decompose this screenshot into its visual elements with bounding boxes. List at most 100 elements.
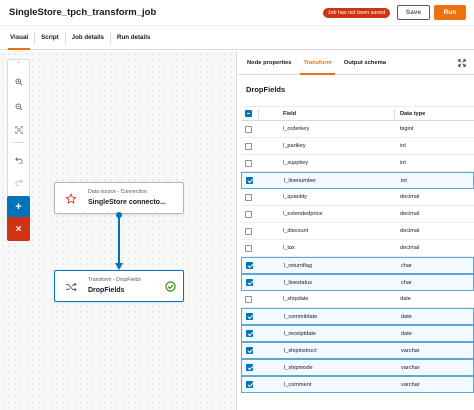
expand-icon[interactable] [458, 59, 466, 67]
table-row[interactable]: l_comment varchar [241, 376, 474, 393]
row-checkbox[interactable] [245, 142, 252, 150]
panel-tabs: Node properties Transform Output schema [238, 51, 474, 75]
add-node-button[interactable]: + [7, 196, 30, 217]
row-checkbox[interactable] [245, 125, 252, 133]
column-header-type: Data type [400, 110, 426, 117]
row-checkbox[interactable] [246, 177, 253, 184]
row-checkbox[interactable] [246, 381, 253, 388]
row-checkbox[interactable] [246, 347, 253, 354]
run-button[interactable]: Run [434, 5, 466, 20]
tab-transform[interactable]: Transform [297, 51, 337, 75]
table-row[interactable]: l_linenumber int [241, 172, 474, 189]
main-tabs: Visual Script Job details Run details [0, 26, 474, 50]
toolbar-grip[interactable]: ••• [8, 60, 29, 65]
field-type: char [401, 279, 412, 286]
fit-to-screen-icon[interactable] [8, 124, 29, 136]
unsaved-badge: Job has not been saved [322, 7, 390, 18]
tab-visual[interactable]: Visual [4, 26, 34, 50]
field-type: decimal [400, 245, 420, 251]
visual-canvas[interactable]: ••• + × Data source - Connection SingleS… [0, 51, 237, 410]
undo-icon[interactable] [8, 154, 29, 166]
field-name: l_orderkey [283, 126, 310, 132]
row-checkbox[interactable] [246, 313, 253, 320]
node-transform-dropfields[interactable]: Transform - DropFields DropFields [54, 270, 184, 302]
field-type: char [401, 262, 412, 269]
tab-job-details[interactable]: Job details [66, 26, 110, 50]
node-data-source[interactable]: Data source - Connection SingleStore con… [54, 182, 184, 214]
field-type: decimal [400, 194, 420, 200]
table-row[interactable]: l_partkey int [241, 138, 474, 155]
connector-icon [64, 192, 78, 206]
node-type-label: Data source - Connection [88, 189, 147, 195]
tab-run-details[interactable]: Run details [111, 26, 156, 50]
column-divider [394, 110, 395, 119]
table-row[interactable]: l_shipinstruct varchar [241, 342, 474, 359]
field-name: l_tax [283, 245, 295, 251]
row-checkbox[interactable] [246, 279, 253, 286]
column-header-field: Field [283, 110, 297, 117]
row-checkbox[interactable] [245, 295, 252, 303]
field-name: l_linenumber [284, 177, 317, 184]
column-divider [258, 110, 259, 119]
tab-script[interactable]: Script [35, 26, 65, 50]
table-header: Field Data type [241, 106, 474, 121]
table-row[interactable]: l_suppkey int [241, 155, 474, 172]
table-row[interactable]: l_tax decimal [241, 240, 474, 257]
field-name: l_suppkey [283, 160, 309, 166]
field-type: varchar [401, 381, 420, 388]
row-checkbox[interactable] [245, 227, 252, 235]
remove-node-button[interactable]: × [7, 217, 30, 241]
job-title: SingleStore_tpch_transform_job [9, 7, 157, 18]
page-header: SingleStore_tpch_transform_job Job has n… [0, 0, 474, 26]
table-row[interactable]: l_shipmode varchar [241, 359, 474, 376]
row-checkbox[interactable] [245, 210, 252, 218]
table-row[interactable]: l_quantity decimal [241, 189, 474, 206]
check-circle-icon [165, 281, 176, 292]
table-row[interactable]: l_linestatus char [241, 274, 474, 291]
table-row[interactable]: l_extendedprice decimal [241, 206, 474, 223]
shuffle-icon [64, 280, 78, 294]
field-name: l_discount [283, 228, 309, 234]
field-name: l_shipmode [284, 364, 313, 371]
zoom-out-icon[interactable] [8, 101, 29, 113]
field-name: l_comment [284, 381, 312, 388]
header-actions: Job has not been saved Save Run [322, 5, 466, 20]
table-row[interactable]: l_returnflag char [241, 257, 474, 274]
properties-panel: Node properties Transform Output schema … [238, 51, 474, 410]
redo-icon[interactable] [8, 176, 29, 188]
fields-table: Field Data type l_orderkey bigint l_partke… [241, 106, 474, 393]
save-button[interactable]: Save [397, 5, 430, 20]
table-row[interactable]: l_discount decimal [241, 223, 474, 240]
field-name: l_quantity [283, 194, 307, 200]
field-name: l_linestatus [284, 279, 312, 286]
field-name: l_partkey [283, 143, 306, 149]
table-row[interactable]: l_orderkey bigint [241, 121, 474, 138]
field-name: l_shipdate [283, 296, 309, 302]
tab-node-properties[interactable]: Node properties [241, 51, 297, 75]
row-checkbox[interactable] [246, 330, 253, 337]
table-row[interactable]: l_receiptdate date [241, 325, 474, 342]
table-row[interactable]: l_commitdate date [241, 308, 474, 325]
tab-output-schema[interactable]: Output schema [338, 51, 392, 75]
row-checkbox[interactable] [246, 364, 253, 371]
table-body: l_orderkey bigint l_partkey int l_suppkey int… [241, 121, 474, 393]
field-type: date [400, 296, 411, 302]
select-all-checkbox[interactable] [245, 110, 252, 117]
row-checkbox[interactable] [245, 159, 252, 167]
toolbar-divider [13, 142, 24, 143]
row-checkbox[interactable] [246, 262, 253, 269]
field-name: l_receiptdate [284, 330, 317, 337]
field-name: l_commitdate [284, 313, 318, 320]
canvas-toolbar: ••• + × [7, 59, 30, 241]
field-type: int [401, 177, 407, 184]
field-type: decimal [400, 211, 420, 217]
node-type-label: Transform - DropFields [88, 277, 142, 283]
field-name: l_shipinstruct [284, 347, 317, 354]
table-row[interactable]: l_shipdate date [241, 291, 474, 308]
row-checkbox[interactable] [245, 193, 252, 201]
field-type: int [400, 160, 406, 166]
field-type: varchar [401, 364, 420, 371]
zoom-in-icon[interactable] [8, 76, 29, 88]
node-name-label: SingleStore connecto... [88, 199, 166, 206]
row-checkbox[interactable] [245, 244, 252, 252]
